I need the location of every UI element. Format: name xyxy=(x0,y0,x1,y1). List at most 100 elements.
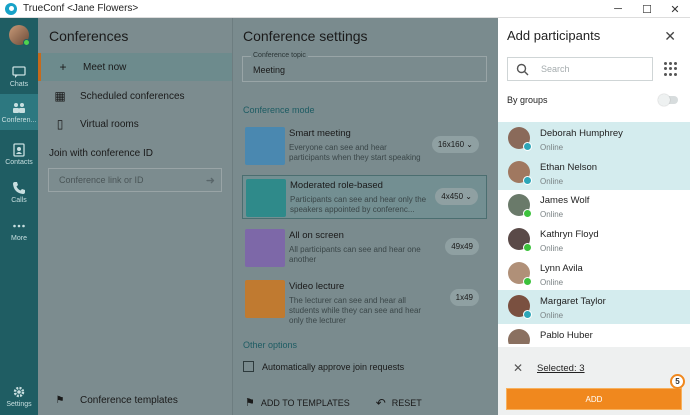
conferences-title: Conferences xyxy=(49,28,129,44)
participants-list: Deborah Humphrey Online Ethan Nelson Onl… xyxy=(498,122,690,344)
mode-description: The lecturer can see and hear all studen… xyxy=(289,296,422,325)
auto-approve-row[interactable]: Automatically approve join requests xyxy=(243,361,404,372)
menu-meet-now-label: Meet now xyxy=(83,61,127,73)
participant-status: Online xyxy=(540,311,564,320)
participant-status: Online xyxy=(540,143,564,152)
participant-row[interactable]: James Wolf Online xyxy=(498,189,690,223)
conference-templates-button[interactable]: ⚑ Conference templates xyxy=(38,390,232,410)
nav-contacts[interactable]: Contacts xyxy=(0,136,38,172)
mode-all-on-screen[interactable]: All on screen All participants can see a… xyxy=(242,226,487,270)
maximize-button[interactable]: ☐ xyxy=(632,0,662,18)
participant-status: Online xyxy=(540,278,564,287)
moderated-thumbnail xyxy=(246,179,286,217)
settings-actions: ⚑ ADD TO TEMPLATES ↶ RESET xyxy=(233,390,499,415)
search-icon xyxy=(516,63,529,75)
participant-name: Margaret Taylor xyxy=(540,296,606,307)
add-participants-panel: Add participants ✕ Search By groups Debo… xyxy=(498,18,690,415)
participant-row[interactable]: Kathryn Floyd Online xyxy=(498,223,690,257)
by-groups-toggle[interactable] xyxy=(658,94,678,106)
bookmark-icon: ⚑ xyxy=(55,394,65,406)
nav-chats-label: Chats xyxy=(9,80,29,88)
nav-more-label: More xyxy=(11,234,27,242)
topic-value: Meeting xyxy=(253,65,286,75)
online-status-dot xyxy=(523,243,532,252)
bookmark-icon: ⚑ xyxy=(245,397,255,409)
arrow-right-icon[interactable]: ➜ xyxy=(206,174,215,187)
participant-name: James Wolf xyxy=(540,195,590,206)
nav-more[interactable]: More xyxy=(0,212,38,248)
participant-name: Kathryn Floyd xyxy=(540,229,599,240)
participant-name: Ethan Nelson xyxy=(540,162,598,173)
mode-size-badge: 49x49 xyxy=(445,238,479,255)
conference-mode-label: Conference mode xyxy=(243,105,315,115)
user-avatar[interactable] xyxy=(9,25,30,46)
conferences-icon xyxy=(13,102,25,113)
participant-status: Online xyxy=(540,177,564,186)
online-status-dot xyxy=(523,277,532,286)
conference-settings-panel: Conference settings Conference topic Mee… xyxy=(232,18,498,415)
add-button[interactable]: ADD xyxy=(506,388,682,410)
selection-footer: ✕ Selected: 3 ADD 5 xyxy=(498,347,690,415)
conference-id-input[interactable]: Conference link or ID ➜ xyxy=(48,168,222,192)
participant-row[interactable]: Ethan Nelson Online xyxy=(498,156,690,190)
video-lecture-thumbnail xyxy=(245,280,285,318)
menu-scheduled-label: Scheduled conferences xyxy=(80,90,185,102)
nav-settings-label: Settings xyxy=(6,400,32,408)
participant-row[interactable]: Pablo Huber xyxy=(498,324,690,344)
participant-row[interactable]: Lynn Avila Online xyxy=(498,257,690,291)
mode-size-dropdown[interactable]: 4x450 ⌄ xyxy=(435,188,478,205)
mode-smart-meeting[interactable]: Smart meeting Everyone can see and hear … xyxy=(242,124,487,168)
search-input[interactable]: Search xyxy=(507,57,653,81)
close-icon[interactable]: ✕ xyxy=(664,28,676,45)
topic-label: Conference topic xyxy=(251,52,308,59)
join-label: Join with conference ID xyxy=(49,148,153,159)
participant-name: Lynn Avila xyxy=(540,263,583,274)
menu-virtual-rooms[interactable]: ▯ Virtual rooms xyxy=(38,110,232,138)
nav-settings[interactable]: Settings xyxy=(0,378,38,414)
participant-row[interactable]: Deborah Humphrey Online xyxy=(498,122,690,156)
mode-description: Everyone can see and hear participants w… xyxy=(289,143,421,162)
smart-meeting-thumbnail xyxy=(245,127,285,165)
selected-count-link[interactable]: Selected: 3 xyxy=(537,363,585,374)
checkmark-icon xyxy=(523,176,532,185)
clear-selection-icon[interactable]: ✕ xyxy=(513,361,523,375)
dialpad-icon[interactable] xyxy=(664,62,678,76)
mode-moderated-role-based[interactable]: Moderated role-based Participants can se… xyxy=(242,175,487,219)
add-to-templates-button[interactable]: ADD TO TEMPLATES xyxy=(261,398,350,408)
mode-description: Participants can see and hear only the s… xyxy=(290,195,427,214)
plus-icon: + xyxy=(59,60,67,74)
nav-calls-label: Calls xyxy=(11,196,27,204)
participant-row[interactable]: Margaret Taylor Online xyxy=(498,290,690,324)
participant-status: Online xyxy=(540,244,564,253)
menu-scheduled-conferences[interactable]: ▦ Scheduled conferences xyxy=(38,82,232,110)
mode-description: All participants can see and hear one an… xyxy=(289,245,421,264)
nav-calls[interactable]: Calls xyxy=(0,174,38,210)
all-on-screen-thumbnail xyxy=(245,229,285,267)
participant-name: Pablo Huber xyxy=(540,330,593,341)
online-status-dot xyxy=(523,209,532,218)
mode-size-dropdown[interactable]: 16x160 ⌄ xyxy=(431,136,479,153)
mode-video-lecture[interactable]: Video lecture The lecturer can see and h… xyxy=(242,277,487,325)
by-groups-label: By groups xyxy=(507,95,548,105)
conference-topic-field[interactable]: Conference topic Meeting xyxy=(242,52,487,82)
nav-contacts-label: Contacts xyxy=(5,158,33,166)
gear-icon xyxy=(13,386,25,397)
title-bar: TrueConf <Jane Flowers> ─ ☐ ✕ xyxy=(0,0,690,18)
trueconf-logo-icon xyxy=(5,2,17,15)
settings-title: Conference settings xyxy=(243,28,368,44)
auto-approve-label: Automatically approve join requests xyxy=(262,361,405,372)
nav-conferences[interactable]: Conferen... xyxy=(0,94,38,130)
checkmark-icon xyxy=(523,142,532,151)
calendar-icon: ▦ xyxy=(54,89,66,103)
checkmark-icon xyxy=(523,310,532,319)
nav-chats[interactable]: Chats xyxy=(0,58,38,94)
reset-button[interactable]: RESET xyxy=(392,398,422,408)
search-placeholder: Search xyxy=(541,64,570,74)
close-window-button[interactable]: ✕ xyxy=(660,0,690,18)
contacts-icon xyxy=(13,142,25,157)
menu-virtual-rooms-label: Virtual rooms xyxy=(80,118,139,130)
auto-approve-checkbox[interactable] xyxy=(243,361,254,372)
phone-icon xyxy=(13,181,25,194)
menu-meet-now[interactable]: + Meet now xyxy=(38,53,232,81)
minimize-button[interactable]: ─ xyxy=(603,0,633,18)
